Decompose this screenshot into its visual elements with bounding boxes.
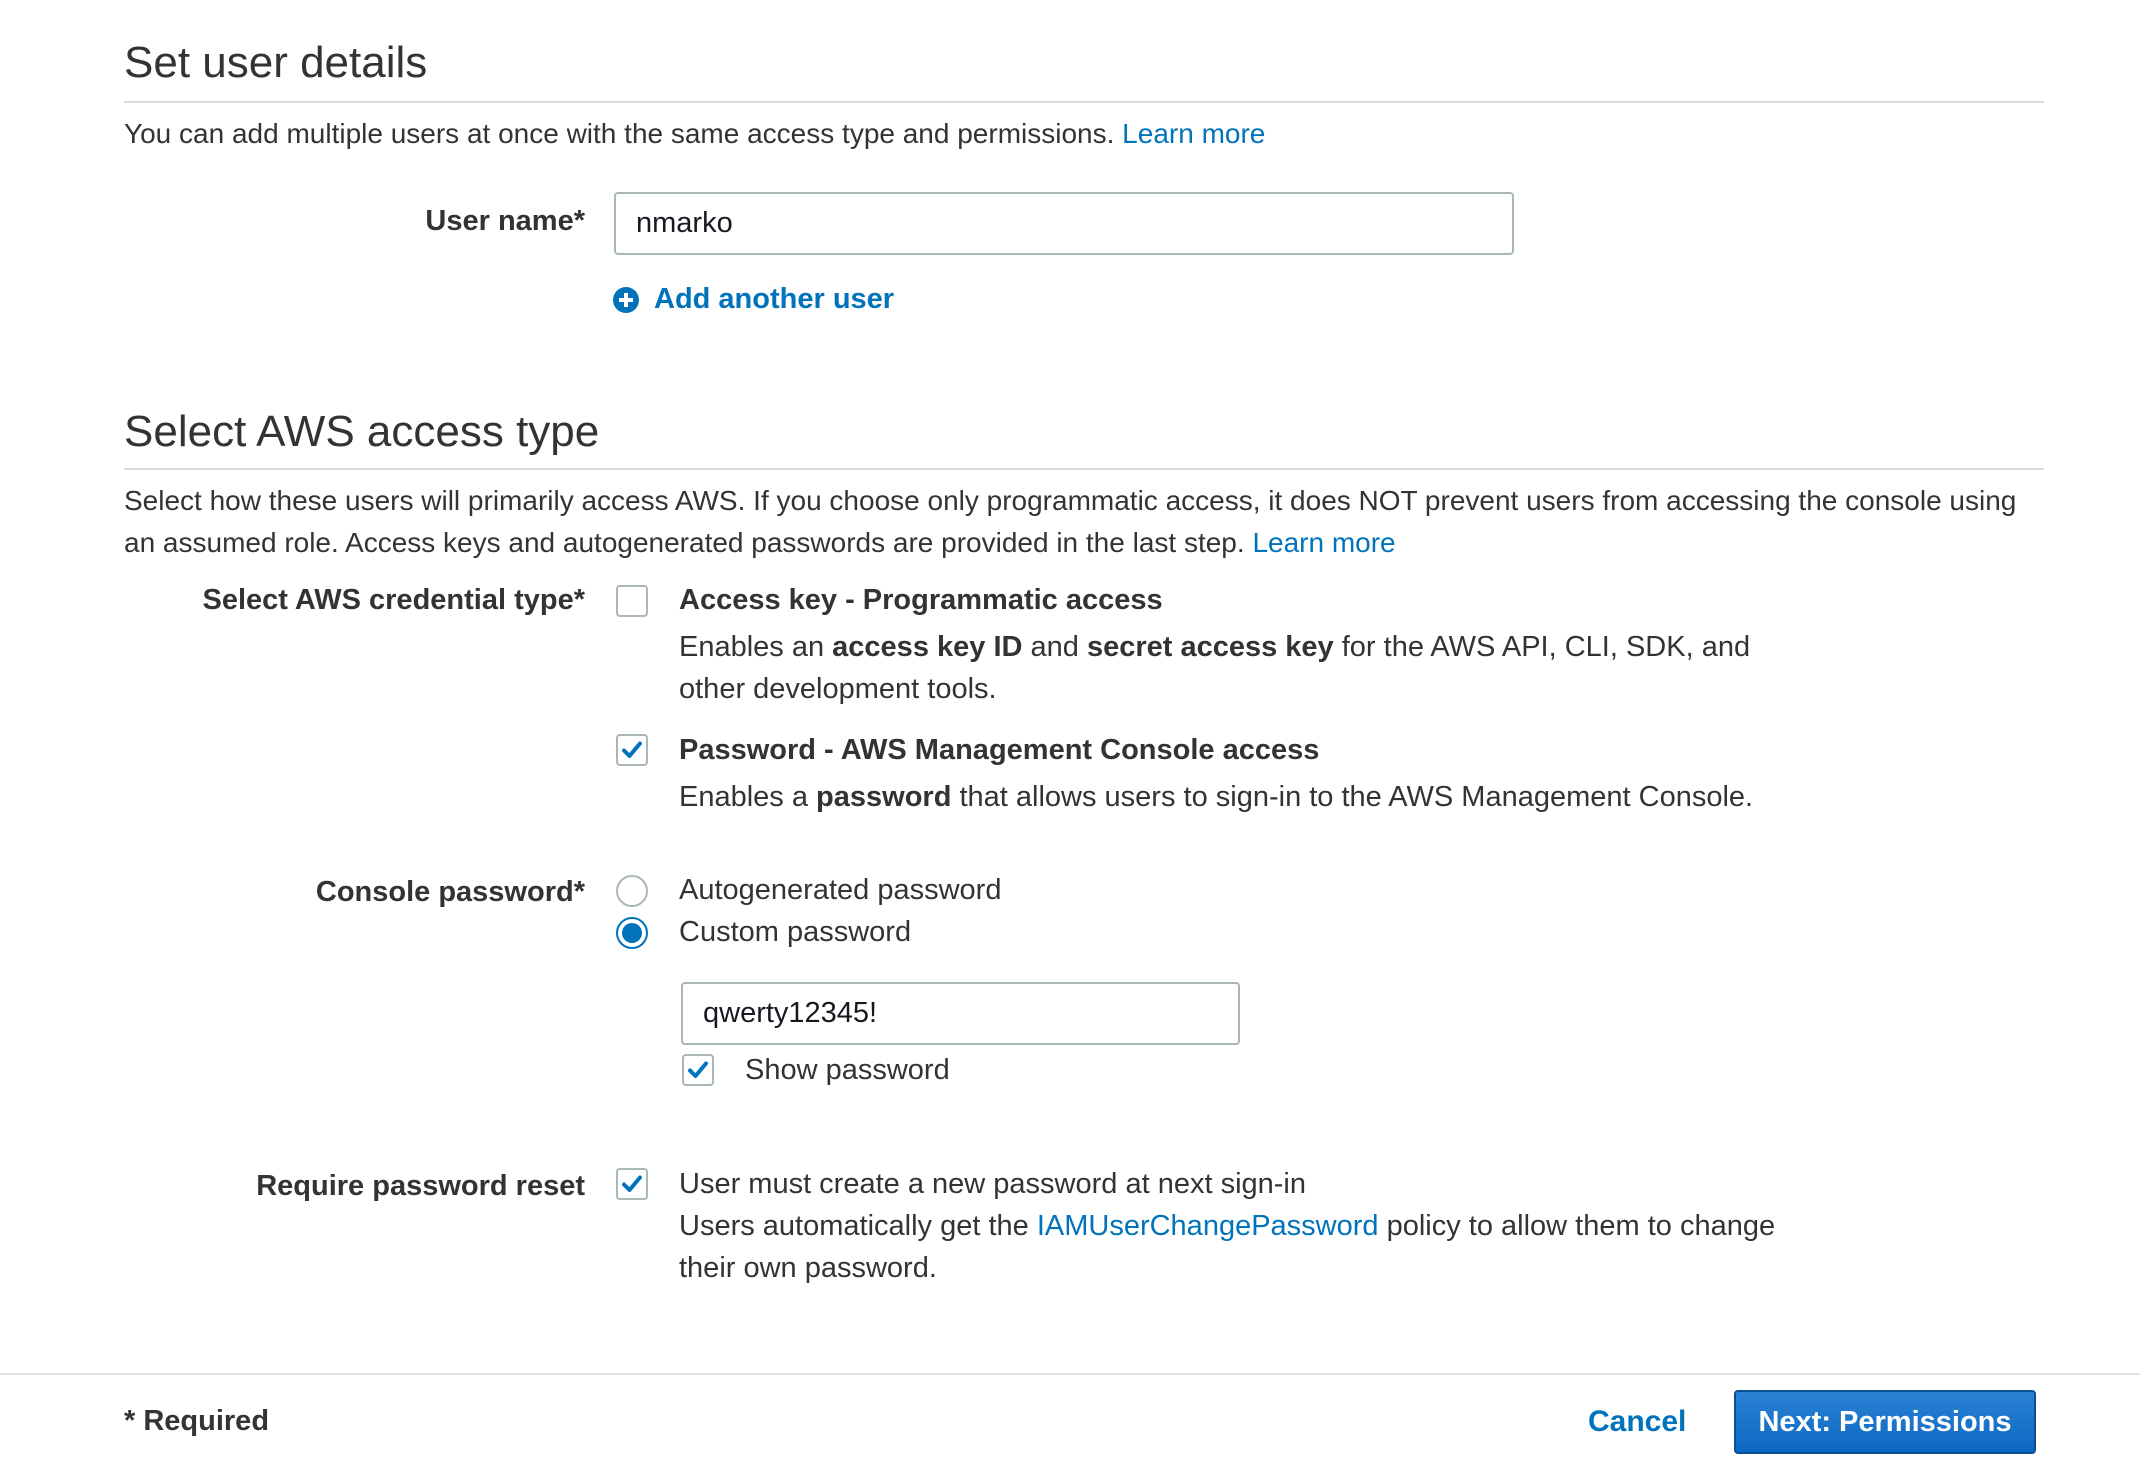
access-type-description-line-2: an assumed role. Access keys and autogen…: [124, 522, 2064, 564]
add-another-user-label: Add another user: [654, 283, 895, 315]
description-bold: password: [816, 781, 952, 813]
autogenerated-password-label: Autogenerated password: [679, 874, 1002, 906]
footer-divider: [0, 1373, 2140, 1375]
description-text: Enables a: [679, 781, 817, 813]
require-password-reset-checkbox[interactable]: [616, 1168, 648, 1200]
cancel-button[interactable]: Cancel: [1588, 1405, 1686, 1439]
access-key-option-title: Access key - Programmatic access: [679, 584, 1163, 616]
access-key-description-line-2: other development tools.: [679, 673, 997, 705]
console-access-option-description: Enables a password that allows users to …: [679, 776, 1753, 818]
description-text: and: [1022, 631, 1087, 663]
custom-password-radio[interactable]: [616, 917, 648, 949]
section-heading-user-details: Set user details: [124, 38, 428, 87]
section-divider: [124, 468, 2044, 470]
autogenerated-password-radio[interactable]: [616, 875, 648, 907]
learn-more-link[interactable]: Learn more: [1122, 118, 1265, 149]
section-heading-access-type: Select AWS access type: [124, 407, 600, 456]
custom-password-input[interactable]: [681, 982, 1240, 1045]
add-another-user-button[interactable]: Add another user: [612, 283, 894, 316]
access-type-description-line-1: Select how these users will primarily ac…: [124, 485, 2017, 516]
radio-selected-dot: [622, 923, 642, 943]
access-type-description: Select how these users will primarily ac…: [124, 480, 2064, 564]
description-bold: access key ID: [832, 631, 1023, 663]
credential-type-label: Select AWS credential type*: [202, 584, 585, 616]
description-bold: secret access key: [1086, 631, 1334, 663]
user-name-label: User name*: [425, 205, 585, 237]
user-name-input[interactable]: [614, 192, 1514, 255]
iam-user-change-password-link[interactable]: IAMUserChangePassword: [1037, 1210, 1379, 1242]
required-note: * Required: [124, 1405, 270, 1437]
access-key-checkbox[interactable]: [616, 585, 648, 617]
show-password-checkbox[interactable]: [682, 1054, 714, 1086]
password-reset-title: User must create a new password at next …: [679, 1168, 1306, 1200]
user-details-description: You can add multiple users at once with …: [124, 113, 1265, 155]
description-text: policy to allow them to change: [1378, 1210, 1776, 1242]
description-text: that allows users to sign-in to the AWS …: [951, 781, 1754, 813]
console-password-label: Console password*: [315, 876, 585, 908]
section-divider: [124, 101, 2044, 103]
access-key-description-line-1: Enables an access key ID and secret acce…: [679, 626, 1750, 668]
require-password-reset-label: Require password reset: [256, 1170, 585, 1202]
password-reset-description: User must create a new password at next …: [679, 1163, 1775, 1289]
description-text: Users automatically get the: [679, 1210, 1037, 1242]
description-text: Enables an: [679, 631, 833, 663]
learn-more-link[interactable]: Learn more: [1252, 527, 1395, 558]
console-access-option-title: Password - AWS Management Console access: [679, 734, 1320, 766]
checkmark-icon: [688, 1061, 708, 1078]
next-permissions-button[interactable]: Next: Permissions: [1734, 1390, 2036, 1454]
password-reset-line-3: their own password.: [679, 1252, 937, 1284]
checkmark-icon: [622, 1175, 642, 1192]
plus-circle-icon: [612, 286, 640, 314]
user-details-description-text: You can add multiple users at once with …: [124, 118, 1115, 149]
password-reset-line-2: Users automatically get the IAMUserChang…: [679, 1205, 1775, 1247]
access-key-option-description: Enables an access key ID and secret acce…: [679, 626, 1750, 710]
show-password-label: Show password: [745, 1054, 950, 1086]
access-type-description-line-2-text: an assumed role. Access keys and autogen…: [124, 527, 1245, 558]
console-access-checkbox[interactable]: [616, 734, 648, 766]
checkmark-icon: [622, 741, 642, 758]
description-text: for the AWS API, CLI, SDK, and: [1333, 631, 1751, 663]
custom-password-label: Custom password: [679, 916, 912, 948]
